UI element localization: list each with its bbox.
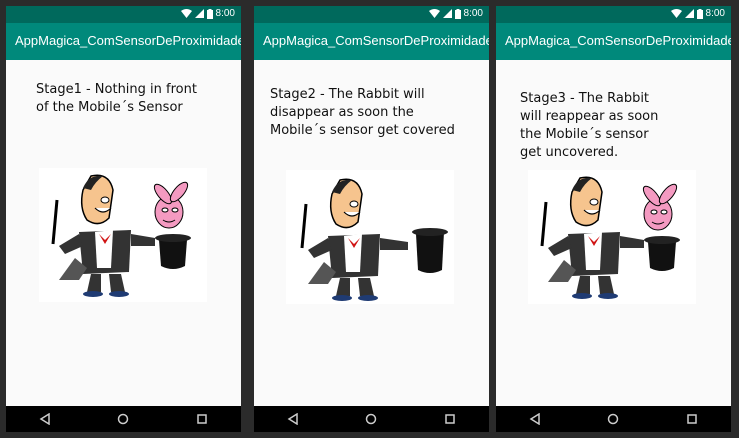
main-content: Stage2 - The Rabbit will disappear as so… [254, 60, 489, 406]
battery-icon [206, 8, 213, 19]
back-button[interactable] [283, 409, 303, 429]
home-icon [608, 413, 619, 425]
stage-description: Stage2 - The Rabbit will disappear as so… [270, 87, 455, 138]
back-button[interactable] [35, 409, 55, 429]
app-bar: AppMagica_ComSensorDeProximidade [254, 23, 489, 60]
navigation-bar [254, 406, 489, 432]
app-title: AppMagica_ComSensorDeProximidade [263, 33, 489, 48]
recents-icon [687, 414, 697, 424]
wifi-icon [428, 9, 440, 18]
battery-icon [696, 8, 703, 19]
recents-button[interactable] [440, 409, 460, 429]
status-bar: 8:00 [496, 6, 731, 23]
magician-figure [51, 174, 155, 297]
status-bar: 8:00 [6, 6, 241, 23]
home-button[interactable] [603, 409, 623, 429]
navigation-bar [6, 406, 241, 432]
stage-description: Stage1 - Nothing in front of the Mobile´… [36, 82, 197, 115]
magician-figure [300, 178, 408, 301]
signal-icon [194, 9, 204, 18]
magic-hat [155, 234, 191, 269]
app-bar: AppMagica_ComSensorDeProximidade [496, 23, 731, 60]
back-icon [39, 413, 50, 425]
magician-illustration [528, 170, 696, 304]
wifi-icon [180, 9, 192, 18]
magic-hat [644, 236, 680, 271]
magician-illustration [286, 170, 454, 304]
main-content: Stage3 - The Rabbit will reappear as soo… [496, 60, 731, 406]
recents-icon [197, 414, 207, 424]
rabbit [642, 183, 678, 231]
home-button[interactable] [113, 409, 133, 429]
back-button[interactable] [525, 409, 545, 429]
status-time: 8:00 [705, 8, 725, 19]
status-time: 8:00 [463, 8, 483, 19]
magic-hat [412, 228, 448, 273]
signal-icon [684, 9, 694, 18]
stage-description: Stage3 - The Rabbit will reappear as soo… [520, 91, 659, 160]
app-bar: AppMagica_ComSensorDeProximidade [6, 23, 241, 60]
back-icon [529, 413, 540, 425]
home-button[interactable] [361, 409, 381, 429]
phone-stage2: 8:00 AppMagica_ComSensorDeProximidade St… [254, 6, 489, 432]
status-bar: 8:00 [254, 6, 489, 23]
back-icon [287, 413, 298, 425]
navigation-bar [496, 406, 731, 432]
home-icon [366, 413, 377, 425]
magician-illustration [39, 168, 207, 302]
app-title: AppMagica_ComSensorDeProximidade [15, 33, 241, 48]
wifi-icon [670, 9, 682, 18]
rabbit [153, 181, 189, 229]
recents-icon [445, 414, 455, 424]
battery-icon [454, 8, 461, 19]
phone-stage3: 8:00 AppMagica_ComSensorDeProximidade St… [496, 6, 731, 432]
recents-button[interactable] [192, 409, 212, 429]
main-content: Stage1 - Nothing in front of the Mobile´… [6, 60, 241, 406]
signal-icon [442, 9, 452, 18]
status-time: 8:00 [215, 8, 235, 19]
home-icon [118, 413, 129, 425]
magician-figure [540, 176, 644, 299]
app-title: AppMagica_ComSensorDeProximidade [505, 33, 731, 48]
recents-button[interactable] [682, 409, 702, 429]
phone-stage1: 8:00 AppMagica_ComSensorDeProximidade St… [6, 6, 241, 432]
